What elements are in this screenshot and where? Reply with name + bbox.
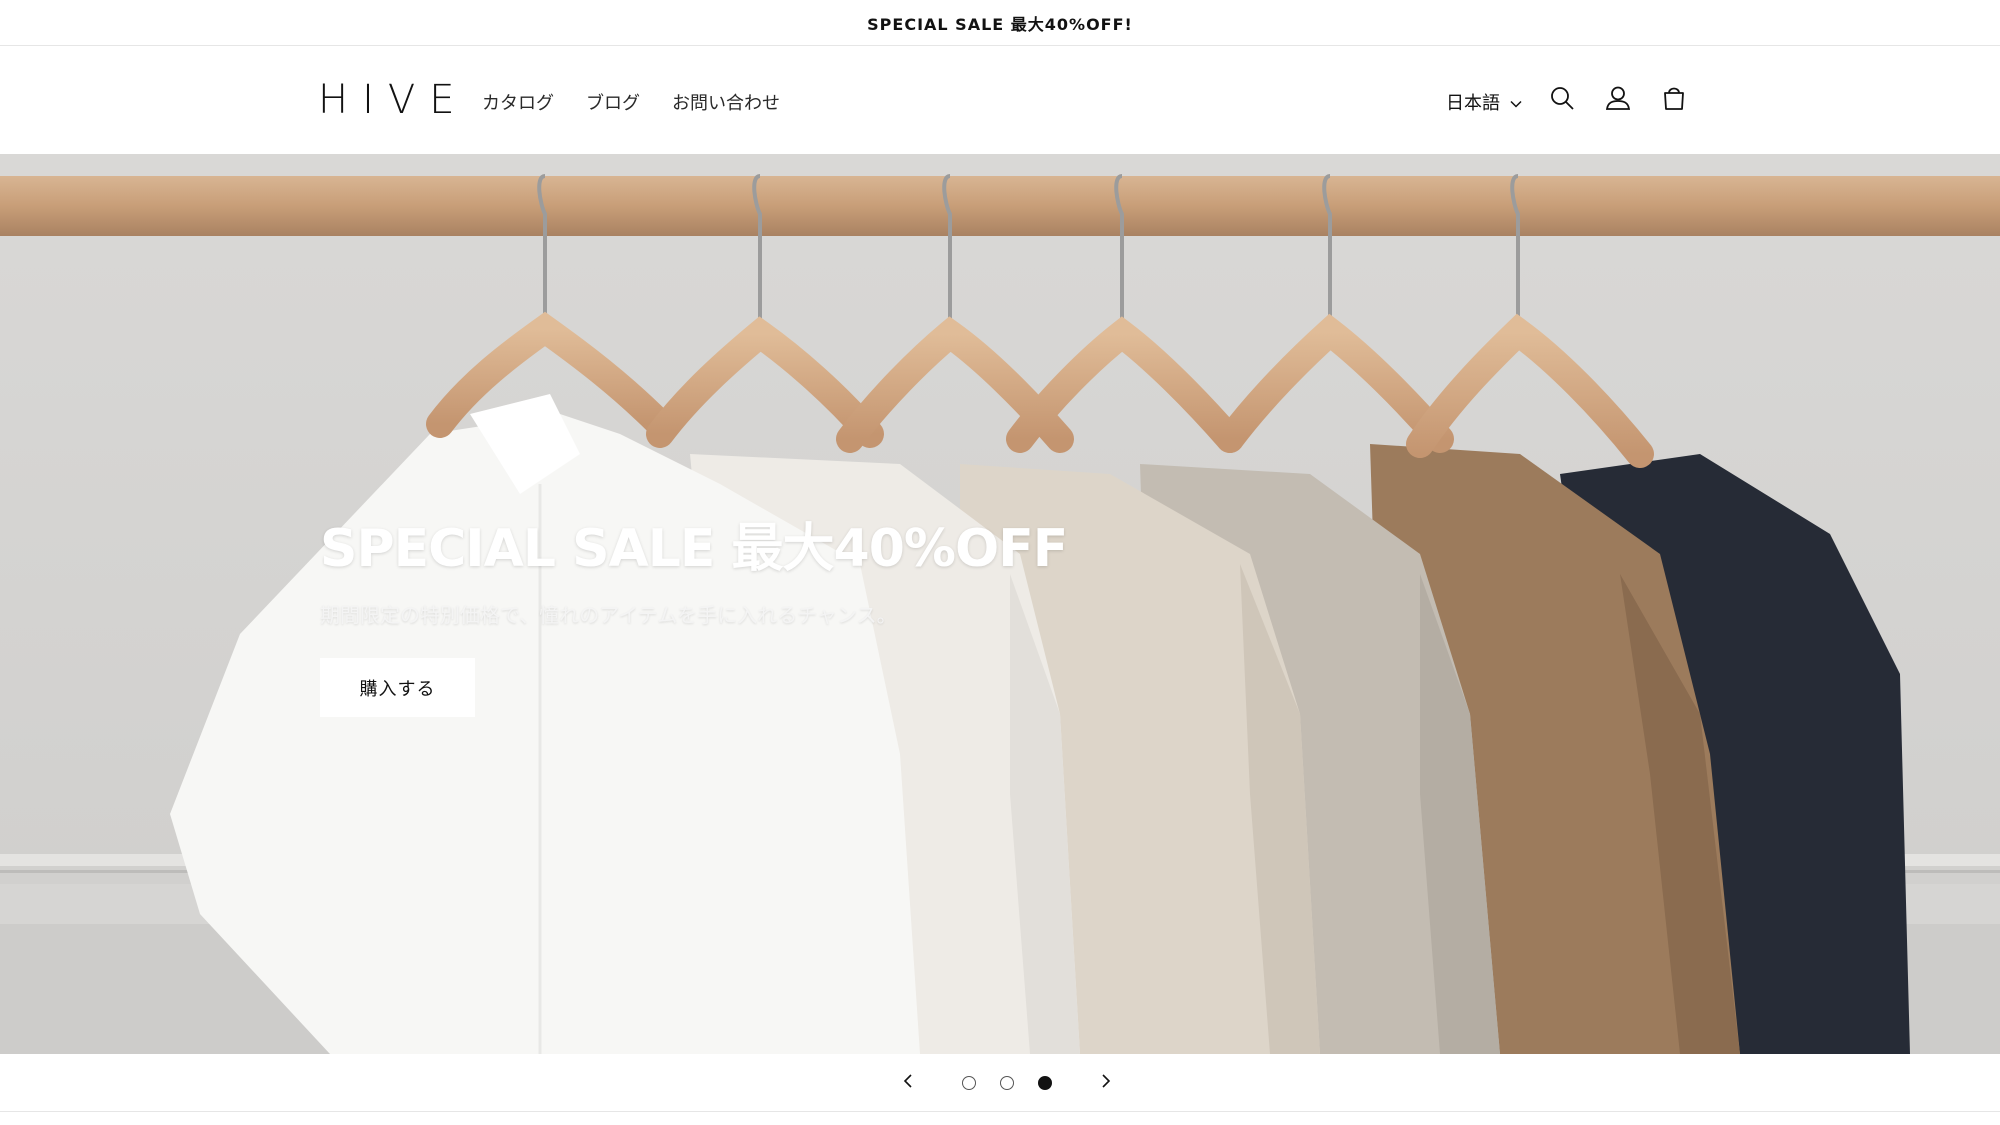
hero-subtitle: 期間限定の特別価格で、憧れのアイテムを手に入れるチャンス。 bbox=[320, 603, 897, 627]
language-selector[interactable]: 日本語 bbox=[1446, 89, 1522, 115]
chevron-left-icon bbox=[903, 1073, 913, 1093]
nav-item-catalog[interactable]: カタログ bbox=[482, 89, 554, 115]
chevron-right-icon bbox=[1101, 1073, 1111, 1093]
cart-button[interactable] bbox=[1654, 80, 1694, 120]
cart-icon bbox=[1660, 84, 1688, 116]
chevron-down-icon bbox=[1510, 93, 1522, 112]
nav-item-blog[interactable]: ブログ bbox=[586, 89, 640, 115]
nav-item-contact[interactable]: お問い合わせ bbox=[672, 89, 780, 115]
hero-banner: SPECIAL SALE 最大40%OFF 期間限定の特別価格で、憧れのアイテム… bbox=[0, 154, 2000, 1054]
slider-dot-1[interactable] bbox=[962, 1076, 976, 1090]
announcement-bar: SPECIAL SALE 最大40%OFF! bbox=[0, 0, 2000, 46]
slider-dot-2[interactable] bbox=[1000, 1076, 1014, 1090]
buy-button[interactable]: 購入する bbox=[320, 658, 475, 717]
slider-next-button[interactable] bbox=[1093, 1070, 1119, 1096]
language-label: 日本語 bbox=[1446, 93, 1500, 114]
main-nav: カタログ ブログ お問い合わせ bbox=[482, 89, 780, 115]
logo[interactable]: HIVE bbox=[318, 77, 469, 123]
slider-dot-3-active[interactable] bbox=[1038, 1076, 1052, 1090]
site-header: HIVE カタログ ブログ お問い合わせ 日本語 bbox=[0, 47, 2000, 153]
search-icon bbox=[1549, 85, 1575, 115]
search-button[interactable] bbox=[1542, 80, 1582, 120]
hero-content: SPECIAL SALE 最大40%OFF 期間限定の特別価格で、憧れのアイテム… bbox=[320, 506, 1068, 717]
slider-prev-button[interactable] bbox=[895, 1070, 921, 1096]
account-button[interactable] bbox=[1598, 80, 1638, 120]
hero-title: SPECIAL SALE 最大40%OFF bbox=[320, 519, 1068, 579]
slider-controls bbox=[0, 1054, 2000, 1112]
account-icon bbox=[1605, 85, 1631, 115]
announcement-text: SPECIAL SALE 最大40%OFF! bbox=[867, 14, 1133, 34]
